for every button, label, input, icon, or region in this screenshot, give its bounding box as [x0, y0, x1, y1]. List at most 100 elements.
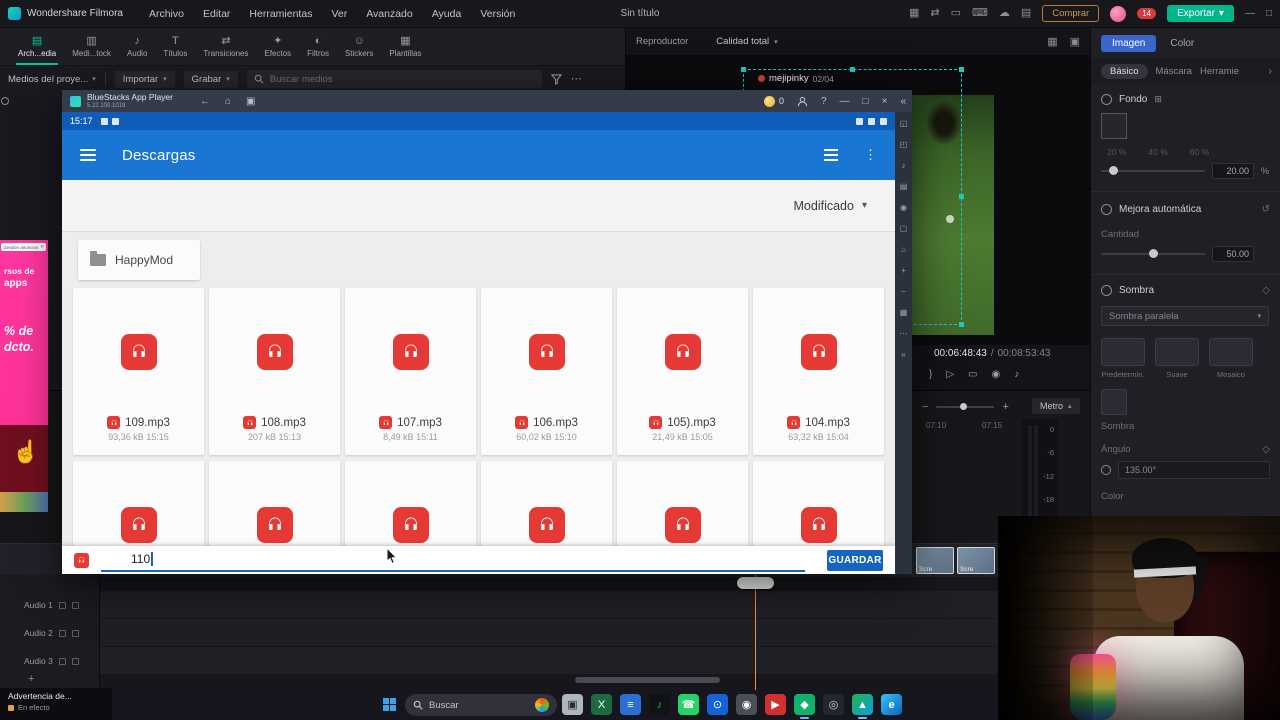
screenshot-icon[interactable]: ▣	[246, 96, 255, 107]
file-tile[interactable]	[753, 461, 884, 546]
add-track-button[interactable]: +	[28, 673, 34, 685]
warning-notification[interactable]: Advertencia de... En efecto	[0, 688, 112, 720]
hamburger-menu-icon[interactable]	[80, 149, 96, 161]
subtab-herramientas[interactable]: Herramie	[1200, 66, 1239, 77]
taskbar-media-player-icon[interactable]: ▶	[765, 694, 786, 715]
lock-icon[interactable]	[71, 629, 79, 637]
resize-handle[interactable]	[959, 67, 964, 72]
bs-sidebar-icon[interactable]: ▤	[900, 183, 908, 191]
layout-icon[interactable]: ▤	[1021, 8, 1031, 19]
bs-sidebar-icon[interactable]: ♪	[902, 162, 906, 170]
mark-icon[interactable]: }	[929, 369, 932, 380]
ad-header[interactable]: Gestión anuncios ✕	[1, 243, 46, 251]
apps-icon[interactable]: ▦	[909, 8, 919, 19]
tab-templates[interactable]: ▦ Plantillas	[381, 28, 429, 65]
zoom-slider[interactable]	[936, 403, 995, 410]
panel-toggle-icon[interactable]	[1, 97, 9, 105]
video-clip[interactable]: Scre	[957, 547, 995, 574]
sort-bar[interactable]: Modificado ▾	[62, 180, 895, 232]
bs-sidebar-icon[interactable]: ◱	[900, 120, 908, 128]
flag-icon[interactable]: ▷	[946, 369, 954, 380]
shadow-swatch[interactable]	[1101, 389, 1127, 415]
auto-enhance-toggle[interactable]	[1101, 204, 1112, 215]
audio-lane[interactable]	[100, 647, 1090, 675]
save-button[interactable]: GUARDAR	[827, 549, 883, 571]
list-view-icon[interactable]	[824, 149, 838, 161]
horizontal-scrollbar[interactable]	[575, 677, 720, 683]
tab-effects[interactable]: ✦ Efectos	[256, 28, 299, 65]
bs-sidebar-icon[interactable]: −	[901, 288, 906, 296]
maximize-button[interactable]: □	[1266, 8, 1272, 19]
lock-icon[interactable]	[71, 601, 79, 609]
resize-handle[interactable]	[849, 67, 855, 72]
bs-sidebar-icon[interactable]: «	[901, 351, 905, 359]
scale-value[interactable]: 20.00	[1212, 163, 1254, 179]
home-icon[interactable]: ⌂	[225, 96, 231, 107]
minimize-button[interactable]: —	[840, 96, 850, 107]
zoom-out-icon[interactable]: −	[922, 401, 928, 413]
tab-titles[interactable]: T Títulos	[155, 28, 195, 65]
library-select[interactable]: Medios del proye... ▾	[8, 74, 96, 85]
record-button[interactable]: Grabar ▾	[183, 70, 238, 88]
preset-soft[interactable]	[1155, 338, 1199, 366]
file-tile[interactable]: 106.mp3 60,02 kB 15:10	[481, 288, 612, 455]
menu-archivo[interactable]: Archivo	[149, 8, 184, 20]
audio-lane[interactable]	[100, 591, 1090, 619]
tab-color[interactable]: Color	[1170, 38, 1194, 49]
meter-toggle[interactable]: Metro ▴	[1032, 398, 1080, 414]
background-toggle[interactable]	[1101, 94, 1112, 105]
folder-happymod[interactable]: HappyMod	[78, 240, 200, 280]
cloud-icon[interactable]: ☁	[999, 8, 1010, 19]
mute-icon[interactable]	[58, 601, 66, 609]
user-avatar[interactable]	[1110, 5, 1127, 22]
collapse-sidebar-icon[interactable]: «	[900, 96, 906, 107]
menu-version[interactable]: Versión	[480, 8, 515, 20]
tab-transitions[interactable]: ⇄ Transiciones	[195, 28, 256, 65]
resize-handle[interactable]	[741, 67, 746, 72]
file-tile[interactable]: 104.mp3 63,32 kB 15:04	[753, 288, 884, 455]
maximize-button[interactable]: □	[863, 96, 869, 107]
taskbar-settings-icon[interactable]: ◉	[736, 694, 757, 715]
screen-icon[interactable]: ▭	[968, 369, 977, 380]
subtab-mascara[interactable]: Máscara	[1156, 66, 1192, 77]
close-button[interactable]: ×	[882, 96, 888, 107]
filter-icon[interactable]	[550, 73, 562, 85]
fit-screen-icon[interactable]: ▣	[1070, 35, 1080, 48]
tab-audio[interactable]: ♪ Audio	[119, 28, 155, 65]
bs-sidebar-icon[interactable]: +	[901, 267, 906, 275]
help-icon[interactable]: ?	[821, 96, 827, 107]
chevron-right-icon[interactable]: ›	[1269, 66, 1272, 77]
ad-image[interactable]: ☝	[0, 425, 48, 512]
background-options-icon[interactable]: ⊞	[1154, 94, 1162, 105]
menu-ver[interactable]: Ver	[331, 8, 347, 20]
track-header-audio3[interactable]: Audio 3	[0, 647, 100, 675]
bs-sidebar-icon[interactable]: ◉	[900, 204, 907, 212]
bs-sidebar-icon[interactable]: ▦	[900, 309, 908, 317]
taskbar-excel-icon[interactable]: X	[591, 694, 612, 715]
bs-sidebar-icon[interactable]: ◰	[900, 141, 908, 149]
close-icon[interactable]: ✕	[40, 244, 44, 250]
tab-imagen[interactable]: Imagen	[1101, 34, 1157, 52]
tab-stickers[interactable]: ☺ Stickers	[337, 28, 381, 65]
start-button[interactable]	[383, 698, 396, 711]
file-tile[interactable]	[73, 461, 204, 546]
track-header-audio1[interactable]: Audio 1	[0, 591, 100, 619]
audio-lane[interactable]	[100, 619, 1090, 647]
taskbar-spotify-icon[interactable]: ♪	[649, 694, 670, 715]
reset-icon[interactable]: ↺	[1262, 204, 1270, 215]
shadow-toggle[interactable]	[1101, 285, 1112, 296]
mute-icon[interactable]	[58, 629, 66, 637]
reset-diamond-icon[interactable]: ◇	[1262, 444, 1270, 455]
mute-icon[interactable]	[58, 657, 66, 665]
slider-thumb[interactable]	[1148, 249, 1158, 258]
snapshot-icon[interactable]: ◉	[992, 369, 1001, 380]
buy-button[interactable]: Comprar	[1042, 5, 1100, 22]
taskbar-mail-icon[interactable]: ≡	[620, 694, 641, 715]
scale-slider[interactable]	[1101, 166, 1205, 175]
back-icon[interactable]: ←	[200, 96, 210, 107]
file-tile[interactable]	[617, 461, 748, 546]
taskbar-clock-icon[interactable]: ⊙	[707, 694, 728, 715]
taskbar-obs-icon[interactable]: ◎	[823, 694, 844, 715]
file-tile[interactable]: 107.mp3 8,49 kB 15:11	[345, 288, 476, 455]
menu-ayuda[interactable]: Ayuda	[432, 8, 462, 20]
